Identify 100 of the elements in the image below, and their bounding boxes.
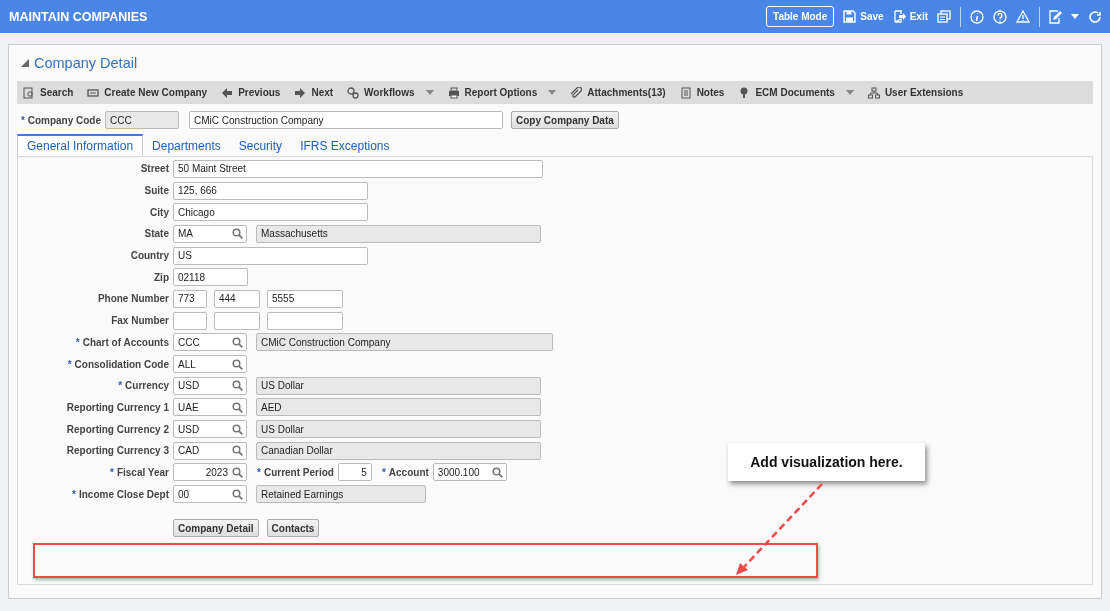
- description-field: CMiC Construction Company: [256, 333, 553, 352]
- input-field[interactable]: [173, 311, 207, 330]
- panel-title: Company Detail: [34, 55, 138, 71]
- search-icon[interactable]: [232, 358, 243, 370]
- exit-icon: [892, 10, 906, 23]
- input-field[interactable]: 773: [173, 289, 207, 308]
- tab[interactable]: Departments: [143, 134, 230, 156]
- lookup-field[interactable]: 3000.100: [432, 463, 507, 482]
- section-button[interactable]: Company Detail: [173, 519, 259, 537]
- field-label: * Fiscal Year: [109, 466, 170, 478]
- company-code-field[interactable]: CCC: [105, 111, 180, 129]
- warning-icon[interactable]: [1016, 10, 1030, 23]
- toolbar-button[interactable]: Attachments(13): [570, 86, 680, 99]
- field-label: Reporting Currency 3: [65, 445, 170, 457]
- field-label: Street: [139, 163, 170, 175]
- toolbar-button[interactable]: Create New Company: [87, 86, 222, 99]
- copy-company-data-button[interactable]: Copy Company Data: [511, 111, 619, 129]
- input-field[interactable]: [214, 311, 260, 330]
- search-icon[interactable]: [491, 466, 503, 478]
- edit-icon[interactable]: [1049, 9, 1062, 24]
- input-field[interactable]: 125, 666: [173, 181, 368, 200]
- tab[interactable]: IFRS Exceptions: [291, 134, 399, 156]
- field-label: Country: [129, 250, 170, 262]
- document-icon: [679, 86, 692, 99]
- lookup-field[interactable]: 2023: [173, 463, 247, 482]
- collapse-icon[interactable]: [21, 59, 29, 67]
- search-icon[interactable]: [232, 445, 243, 457]
- left-arrow-icon: [221, 86, 234, 99]
- field-label: * Company Code: [21, 114, 102, 126]
- field-label: Fax Number: [110, 315, 170, 327]
- annotation-callout: Add visualization here.: [728, 443, 925, 481]
- field-label: Phone Number: [96, 293, 170, 305]
- refresh-icon[interactable]: [1088, 9, 1102, 24]
- exit-button[interactable]: Exit: [892, 10, 928, 23]
- lookup-field[interactable]: CCC: [173, 333, 247, 352]
- lookup-field[interactable]: 00: [173, 485, 247, 504]
- input-field[interactable]: 5: [337, 463, 372, 482]
- tab[interactable]: General Information: [17, 134, 144, 156]
- field-label: Suite: [143, 185, 170, 197]
- paperclip-icon: [570, 86, 583, 99]
- search-icon[interactable]: [232, 466, 243, 478]
- toolbar-button[interactable]: Previous: [221, 86, 295, 99]
- lookup-field[interactable]: USD: [173, 376, 247, 395]
- description-field: US Dollar: [256, 420, 541, 439]
- caret-icon[interactable]: [1071, 14, 1079, 19]
- search-icon[interactable]: [232, 423, 243, 435]
- input-field[interactable]: [267, 311, 343, 330]
- field-label: * Income Close Dept: [71, 488, 170, 500]
- input-field[interactable]: US: [173, 246, 368, 265]
- field-label: * Currency: [117, 380, 170, 392]
- field-label: Zip: [153, 271, 170, 283]
- input-field[interactable]: 02118: [173, 268, 248, 287]
- toolbar-button[interactable]: Report Options: [447, 86, 571, 99]
- lookup-field[interactable]: USD: [173, 420, 247, 439]
- page-title: MAINTAIN COMPANIES: [9, 9, 148, 24]
- lookup-field[interactable]: ALL: [173, 355, 247, 374]
- search-icon: [23, 86, 35, 99]
- toolbar-button[interactable]: Next: [294, 86, 348, 99]
- hierarchy-icon: [867, 86, 880, 99]
- company-name-field[interactable]: CMiC Construction Company: [189, 111, 504, 129]
- input-field[interactable]: 5555: [267, 289, 343, 308]
- search-icon[interactable]: [232, 380, 243, 392]
- description-field: Canadian Dollar: [256, 441, 541, 460]
- search-icon[interactable]: [232, 401, 243, 413]
- description-field: Retained Earnings: [256, 485, 426, 504]
- description-field: US Dollar: [256, 376, 541, 395]
- input-field[interactable]: 444: [214, 289, 260, 308]
- field-label: City: [149, 206, 170, 218]
- toolbar-button[interactable]: Workflows: [347, 86, 448, 99]
- help-icon[interactable]: [993, 9, 1007, 24]
- right-arrow-icon: [294, 86, 307, 99]
- toolbar-button[interactable]: Search: [23, 86, 88, 99]
- tab[interactable]: Security: [229, 134, 292, 156]
- description-field: Massachusetts: [256, 224, 541, 243]
- toolbar-button[interactable]: Notes: [679, 86, 739, 99]
- info-icon[interactable]: [970, 9, 984, 24]
- input-field[interactable]: 50 Maint Street: [173, 159, 543, 178]
- input-field[interactable]: Chicago: [173, 203, 368, 222]
- search-icon[interactable]: [232, 336, 243, 348]
- field-label: Reporting Currency 2: [65, 423, 170, 435]
- toolbar-button[interactable]: User Extensions: [867, 86, 978, 99]
- field-label: * Current Period: [257, 466, 334, 478]
- section-button[interactable]: Contacts: [266, 519, 320, 537]
- lookup-field[interactable]: CAD: [173, 441, 247, 460]
- printer-icon: [447, 86, 460, 99]
- field-label: * Chart of Accounts: [74, 336, 170, 348]
- field-label: State: [143, 228, 170, 240]
- field-label: * Consolidation Code: [66, 358, 170, 370]
- table-mode-button[interactable]: Table Mode: [766, 6, 835, 27]
- field-label: Reporting Currency 1: [65, 401, 170, 413]
- description-field: AED: [256, 398, 541, 417]
- search-icon[interactable]: [232, 228, 243, 240]
- field-label: * Account: [381, 466, 429, 478]
- gears-icon: [347, 86, 360, 99]
- copy-icon[interactable]: [937, 10, 951, 23]
- search-icon[interactable]: [232, 488, 243, 500]
- lookup-field[interactable]: UAE: [173, 398, 247, 417]
- toolbar-button[interactable]: ECM Documents: [738, 86, 868, 99]
- lookup-field[interactable]: MA: [173, 224, 247, 243]
- save-button[interactable]: Save: [843, 10, 884, 23]
